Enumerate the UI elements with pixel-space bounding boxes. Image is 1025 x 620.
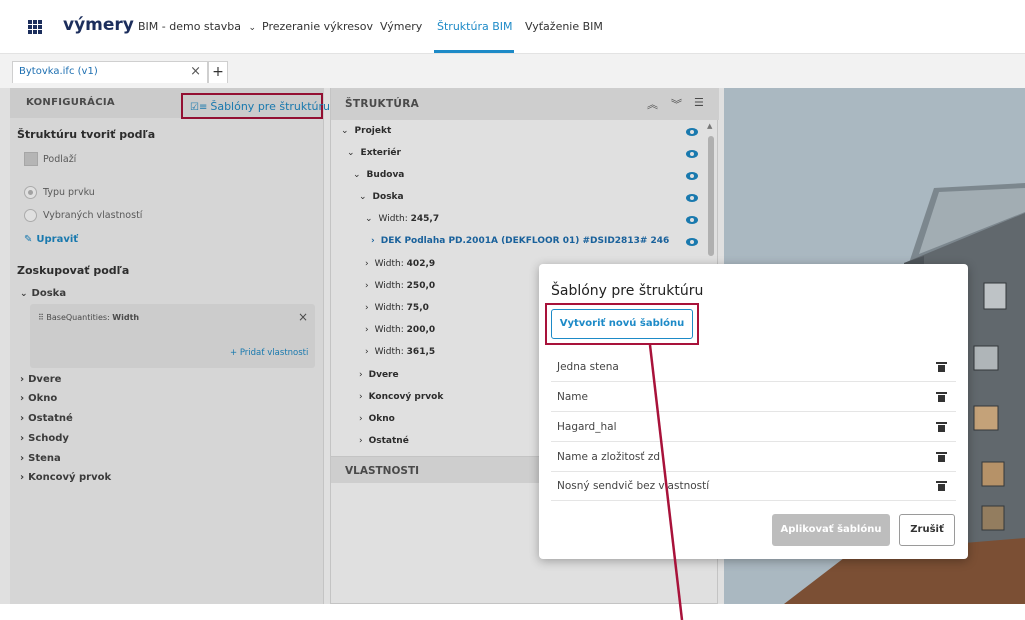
template-row[interactable]: Nosný sendvič bez vlastností xyxy=(551,471,956,501)
template-name: Name xyxy=(557,391,588,403)
close-icon[interactable]: × xyxy=(190,64,201,79)
add-tab-button[interactable]: + xyxy=(208,61,228,83)
trash-icon[interactable] xyxy=(936,362,947,372)
template-name: Name a zložitosť zd xyxy=(557,451,661,463)
template-row[interactable]: Name xyxy=(551,382,956,412)
create-new-template-button[interactable]: Vytvoriť novú šablónu xyxy=(551,309,693,339)
trash-icon[interactable] xyxy=(936,452,947,462)
project-dropdown[interactable]: BIM - demo stavba ⌄ xyxy=(138,20,256,33)
new-template-highlight: Vytvoriť novú šablónu xyxy=(545,303,699,345)
template-name: Jedna stena xyxy=(557,361,619,373)
template-name: Nosný sendvič bez vlastností xyxy=(557,480,710,492)
cancel-button[interactable]: Zrušiť xyxy=(899,514,955,546)
dialog-title: Šablóny pre štruktúru xyxy=(551,283,704,299)
template-name: Hagard_hal xyxy=(557,421,617,433)
file-tab-label: Bytovka.ifc (v1) xyxy=(19,66,98,77)
template-row[interactable]: Jedna stena xyxy=(551,352,956,382)
template-row[interactable]: Hagard_hal xyxy=(551,412,956,442)
trash-icon[interactable] xyxy=(936,481,947,491)
chevron-down-icon: ⌄ xyxy=(248,23,256,33)
nav-quantities[interactable]: Výmery xyxy=(380,20,422,33)
nav-bim-structure[interactable]: Štruktúra BIM xyxy=(437,20,513,33)
apps-grid-icon[interactable] xyxy=(28,20,42,34)
file-tab[interactable]: Bytovka.ifc (v1) × xyxy=(12,61,208,83)
top-navigation-bar: výmery BIM - demo stavba ⌄ Prezeranie vý… xyxy=(0,0,1025,54)
trash-icon[interactable] xyxy=(936,422,947,432)
bottom-margin xyxy=(0,604,1025,620)
trash-icon[interactable] xyxy=(936,392,947,402)
active-tab-underline xyxy=(434,50,514,53)
apply-template-button[interactable]: Aplikovať šablónu xyxy=(772,514,890,546)
template-row[interactable]: Name a zložitosť zd xyxy=(551,442,956,472)
nav-drawings[interactable]: Prezeranie výkresov xyxy=(262,20,373,33)
project-dropdown-label: BIM - demo stavba xyxy=(138,20,241,33)
nav-bim-extraction[interactable]: Vyťaženie BIM xyxy=(525,20,603,33)
structure-templates-dialog: Šablóny pre štruktúru Vytvoriť novú šabl… xyxy=(539,264,968,559)
app-title: výmery xyxy=(63,15,134,35)
